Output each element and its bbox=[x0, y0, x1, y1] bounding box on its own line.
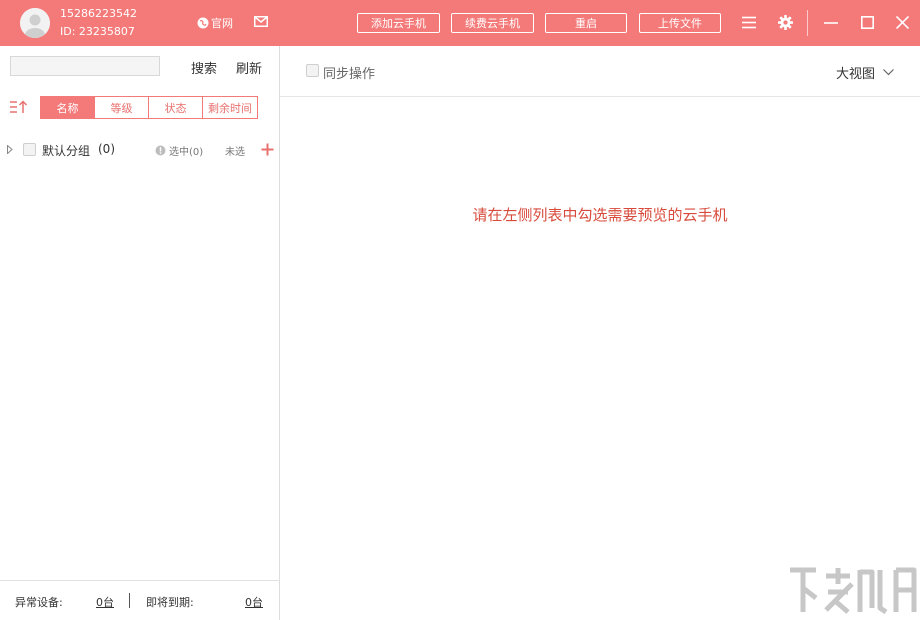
expiring-count[interactable]: 0台 bbox=[245, 594, 263, 610]
view-mode-label: 大视图 bbox=[836, 63, 875, 82]
chevron-down-icon bbox=[883, 69, 894, 76]
caret-right-icon[interactable] bbox=[7, 145, 13, 154]
view-toolbar: 同步操作 大视图 bbox=[280, 46, 920, 97]
status-footer: 异常设备: 0台 即将到期: 0台 bbox=[0, 580, 280, 620]
avatar-icon[interactable] bbox=[20, 8, 50, 38]
selected-count[interactable]: 选中(0) bbox=[155, 143, 203, 158]
search-button[interactable]: 搜索 bbox=[191, 58, 217, 77]
info-icon bbox=[155, 145, 166, 156]
official-site-label: 官网 bbox=[211, 15, 233, 31]
search-input[interactable] bbox=[10, 56, 160, 76]
sort-icon[interactable] bbox=[10, 100, 28, 114]
empty-state-message: 请在左侧列表中勾选需要预览的云手机 bbox=[280, 204, 920, 225]
maximize-icon[interactable] bbox=[861, 16, 874, 29]
plus-icon[interactable] bbox=[261, 143, 274, 156]
sync-label: 同步操作 bbox=[323, 63, 375, 82]
renew-cloud-phone-button[interactable]: 续费云手机 bbox=[451, 13, 534, 33]
minimize-icon[interactable] bbox=[824, 22, 838, 24]
app-window: 15286223542 ID: 23235807 官网 搜索 刷新 bbox=[0, 0, 920, 620]
tab-level[interactable]: 等级 bbox=[94, 96, 149, 119]
view-mode-select[interactable]: 大视图 bbox=[836, 63, 894, 82]
globe-icon bbox=[197, 17, 209, 29]
user-id: ID: 23235807 bbox=[60, 25, 135, 38]
refresh-button[interactable]: 刷新 bbox=[236, 58, 262, 77]
restart-button[interactable]: 重启 bbox=[545, 13, 627, 33]
add-cloud-phone-button[interactable]: 添加云手机 bbox=[357, 13, 440, 33]
group-count: (0) bbox=[98, 142, 115, 156]
close-icon[interactable] bbox=[896, 16, 909, 29]
group-name: 默认分组 bbox=[42, 142, 90, 159]
user-phone: 15286223542 bbox=[60, 7, 137, 20]
sync-checkbox[interactable] bbox=[306, 64, 319, 77]
selected-label: 选中(0) bbox=[169, 143, 203, 158]
left-panel: 15286223542 ID: 23235807 官网 搜索 刷新 bbox=[0, 0, 280, 620]
group-row: 默认分组 (0) 选中(0) 未选 bbox=[0, 140, 280, 160]
tab-status[interactable]: 状态 bbox=[148, 96, 203, 119]
watermark-logo bbox=[786, 562, 918, 616]
menu-icon[interactable] bbox=[742, 16, 756, 29]
abnormal-devices-count[interactable]: 0台 bbox=[96, 594, 114, 610]
tab-remaining-time[interactable]: 剩余时间 bbox=[202, 96, 258, 119]
unselected-button[interactable]: 未选 bbox=[225, 143, 245, 158]
tab-name[interactable]: 名称 bbox=[40, 96, 95, 119]
top-toolbar: 添加云手机 续费云手机 重启 上传文件 bbox=[280, 0, 920, 46]
mail-icon[interactable] bbox=[254, 16, 268, 27]
gear-icon[interactable] bbox=[778, 15, 793, 30]
footer-divider bbox=[129, 593, 130, 608]
official-site-link[interactable]: 官网 bbox=[197, 15, 233, 31]
user-header: 15286223542 ID: 23235807 官网 bbox=[0, 0, 280, 46]
toolbar-divider bbox=[807, 10, 808, 36]
group-checkbox[interactable] bbox=[23, 143, 36, 156]
sort-tabs: 名称 等级 状态 剩余时间 bbox=[40, 96, 258, 119]
abnormal-devices-label: 异常设备: bbox=[15, 594, 63, 610]
upload-file-button[interactable]: 上传文件 bbox=[639, 13, 721, 33]
expiring-label: 即将到期: bbox=[146, 594, 194, 610]
